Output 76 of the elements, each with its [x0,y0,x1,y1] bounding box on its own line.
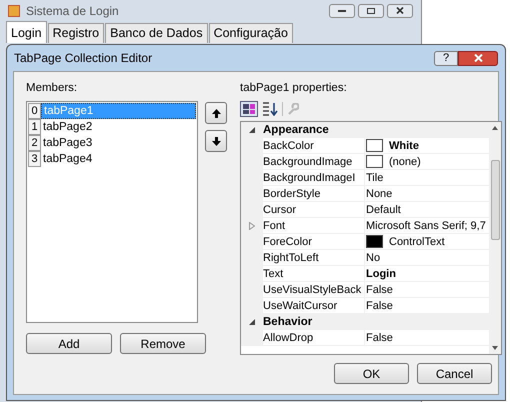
tab[interactable]: Banco de Dados [105,23,208,43]
down-arrow-icon[interactable] [212,136,220,146]
scroll-thumb[interactable] [490,160,500,240]
property-name: UseVisualStyleBack [263,282,362,298]
property-value[interactable]: Default [366,202,401,218]
scrollbar[interactable] [489,122,501,354]
property-value[interactable]: Microsoft Sans Serif; 9,7 [366,218,486,234]
property-value[interactable]: (none) [389,154,421,170]
property-row[interactable]: BackgroundImageI Tile [241,170,489,186]
property-row[interactable]: BorderStyle None [241,186,489,202]
triangle-icon[interactable] [249,127,255,134]
property-row[interactable]: RightToLeft No [241,250,489,266]
categorized-view-icon[interactable] [240,101,258,118]
property-row[interactable]: Font Microsoft Sans Serif; 9,7 [241,218,489,234]
tab[interactable]: Configuração [208,23,293,43]
list-button[interactable]: Remove [120,333,206,354]
property-name: BorderStyle [263,186,320,202]
property-name: Text [263,266,284,282]
property-value[interactable]: Login [366,266,396,282]
property-value[interactable]: Tile [366,170,384,186]
property-name: ForeColor [263,234,312,250]
category-label: Behavior [263,314,312,330]
close-icon[interactable] [396,7,404,14]
minimize-button[interactable] [329,4,355,18]
dialog-button[interactable]: OK [334,363,409,384]
list-button[interactable]: Add [26,333,112,354]
property-row[interactable]: Cursor Default [241,202,489,218]
close-button[interactable] [387,4,413,18]
property-row[interactable]: BackgroundImage (none) [241,154,489,170]
help-button[interactable]: ? [434,50,458,66]
property-value[interactable]: White [389,138,419,154]
scroll-up-icon[interactable] [492,126,498,130]
property-row[interactable]: UseVisualStyleBack False [241,282,489,298]
property-row[interactable]: UseWaitCursor False [241,298,489,314]
category-label: Appearance [263,122,329,138]
property-name: UseWaitCursor [263,298,338,314]
property-row[interactable]: AllowDrop False [241,330,489,346]
property-name: BackgroundImage [263,154,352,170]
property-value[interactable]: False [366,298,393,314]
close-button[interactable] [458,50,498,66]
property-row[interactable]: Text Login [241,266,489,282]
properties-label: tabPage1 properties: [240,81,348,96]
index-label: 3 [28,151,41,168]
property-value[interactable]: ControlText [389,234,445,250]
index-label: 1 [28,119,41,136]
property-value[interactable]: None [366,186,392,202]
move-up-button[interactable] [205,102,227,124]
property-name: Font [263,218,286,234]
dialog-title: TabPage Collection Editor [14,50,152,67]
dialog-button[interactable]: Cancel [417,363,492,384]
up-arrow-icon[interactable] [212,108,220,118]
sort-alphabetical-icon[interactable] [262,102,278,116]
property-row[interactable]: BackColor White [241,138,489,154]
property-name: RightToLeft [263,250,319,266]
tab[interactable]: Login [6,21,47,43]
property-value[interactable]: False [366,282,393,298]
tab[interactable]: Registro [48,23,104,43]
move-down-button[interactable] [205,130,227,152]
property-value[interactable]: No [366,250,380,266]
property-name: BackColor [263,138,314,154]
app-icon [8,4,20,16]
member-item[interactable]: tabPage4 [41,151,196,168]
members-label: Members: [26,81,78,96]
property-name: BackgroundImageI [263,170,356,186]
property-value[interactable]: False [366,330,393,346]
scroll-down-icon[interactable] [492,346,498,350]
triangle-icon[interactable] [249,319,255,326]
member-item[interactable]: tabPage2 [41,119,196,136]
window-title: Sistema de Login [26,2,119,20]
index-label: 0 [28,103,41,120]
member-item[interactable]: tabPage3 [41,135,196,152]
property-row[interactable]: ForeColor ControlText [241,234,489,250]
property-name: AllowDrop [263,330,314,346]
maximize-button[interactable] [358,4,384,18]
index-label: 2 [28,135,41,152]
property-name: Cursor [263,202,296,218]
